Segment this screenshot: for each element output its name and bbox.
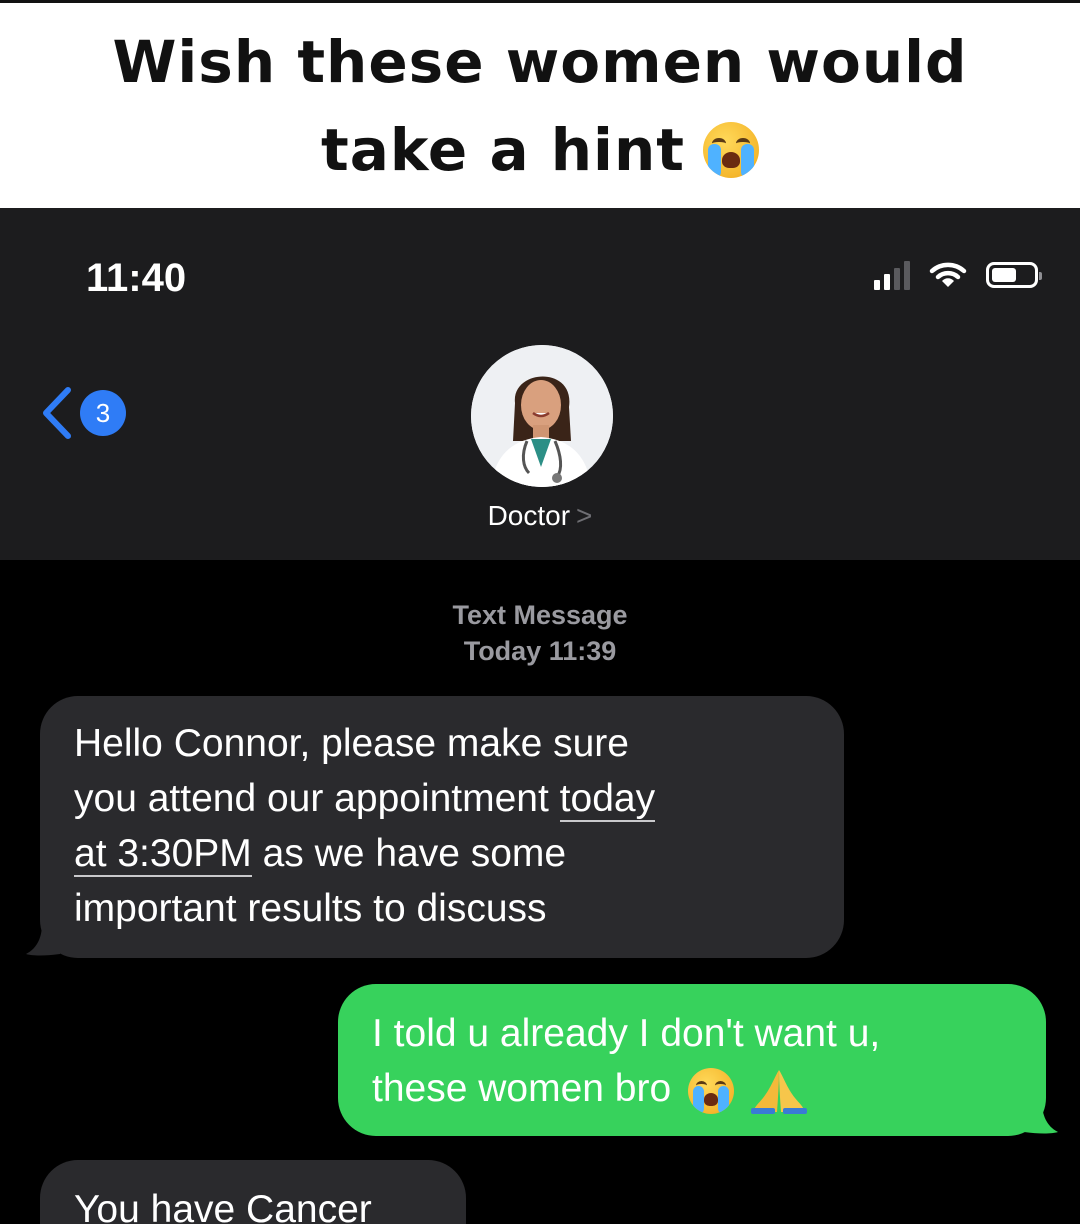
crying-face-icon [702,121,759,178]
message-line: at 3:30PM as we have some [74,826,810,881]
battery-icon [986,262,1042,288]
message-thread[interactable]: Text Message Today 11:39 Hello Connor, p… [0,560,1080,1224]
bubble-tail [1024,1102,1058,1134]
crying-face-icon [688,1067,735,1114]
chevron-right-icon: > [576,500,593,531]
wifi-icon [929,262,967,287]
contact-name: Doctor [487,500,571,531]
bubble-tail [26,924,60,956]
contact-avatar[interactable] [471,345,613,487]
message-line: important results to discuss [74,887,547,930]
incoming-message-bubble[interactable]: Hello Connor, please make sure you atten… [40,696,844,958]
date-link[interactable]: today [559,777,656,822]
conversation-header: 11:40 3 Doctor > [0,208,1080,560]
chevron-left-icon [38,386,76,440]
cellular-signal-icon [874,260,910,290]
caption-line-1: Wish these women would [112,27,968,96]
contact-name-row[interactable]: Doctor > [0,500,1080,532]
unread-count-badge: 3 [80,390,126,436]
folded-hands-icon [750,1069,807,1114]
time-link[interactable]: at 3:30PM [74,832,252,877]
status-time: 11:40 [86,256,187,300]
caption-line-2-text: take a hint [321,115,685,184]
caption-line-2: take a hint [321,106,759,194]
service-label: Text Message [452,600,628,630]
status-icons [874,260,1042,290]
message-text: as we have some [251,832,567,875]
message-line: I told u already I don't want u, [372,1012,881,1055]
message-line: You have Cancer [74,1188,372,1224]
back-button[interactable]: 3 [38,386,126,440]
message-text: you attend our appointment [74,777,560,820]
message-text: these women bro [372,1067,672,1110]
message-line: these women bro [372,1061,1012,1116]
meme-caption: Wish these women would take a hint [0,0,1080,208]
outgoing-message-bubble[interactable]: I told u already I don't want u, these w… [338,984,1046,1136]
thread-timestamp: Today 11:39 [463,636,617,666]
message-line: Hello Connor, please make sure [74,722,629,765]
message-line: you attend our appointment today [74,771,810,826]
incoming-message-bubble[interactable]: You have Cancer [40,1160,466,1224]
